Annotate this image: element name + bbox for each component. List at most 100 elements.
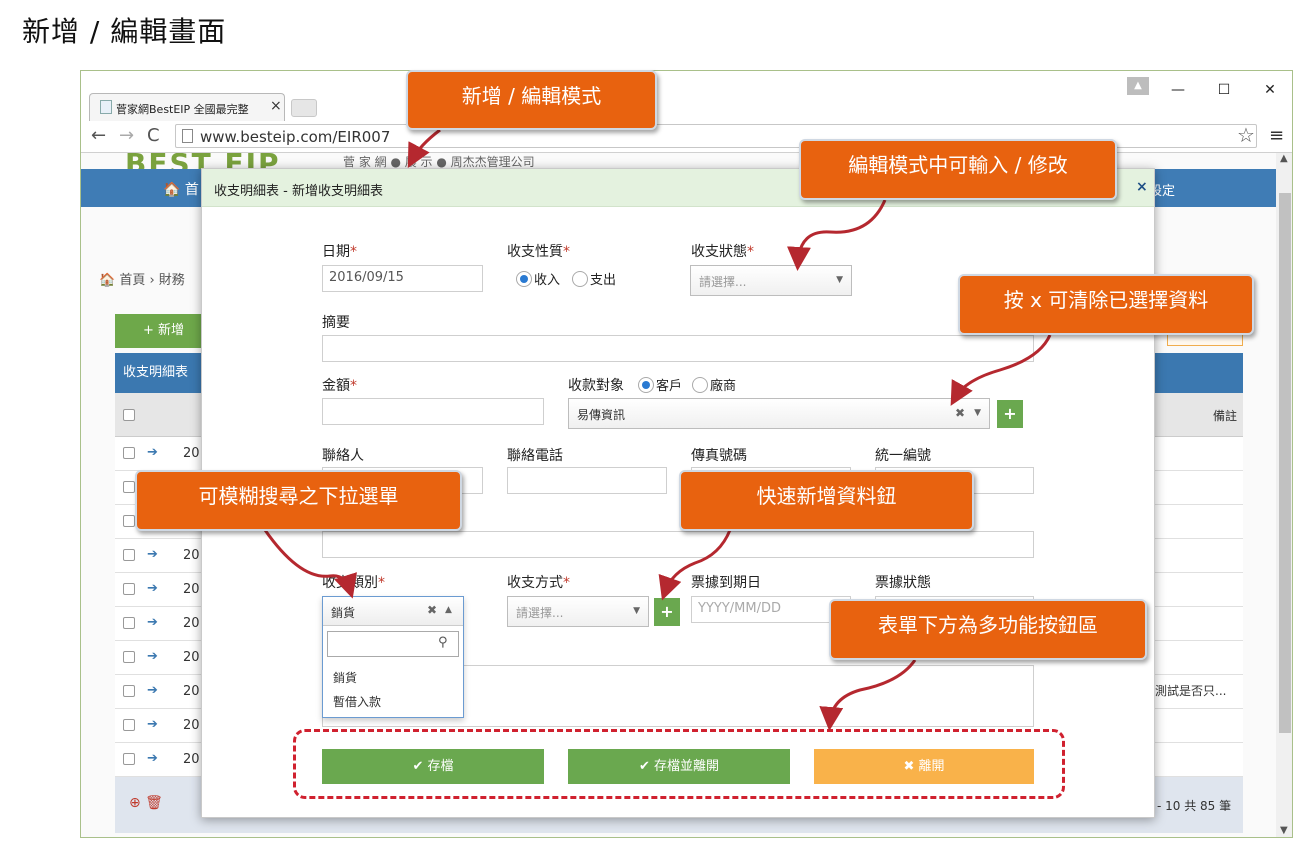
date-input[interactable]: 2016/09/15: [322, 265, 483, 292]
callout-quick-add: 快速新增資料鈕: [679, 470, 974, 531]
open-record-icon[interactable]: ➔: [147, 717, 158, 732]
page-icon: [182, 129, 193, 143]
row-checkbox[interactable]: [123, 583, 135, 595]
open-record-icon[interactable]: ➔: [147, 581, 158, 596]
row-date: 20: [183, 616, 200, 631]
tax-id-label: 統一編號: [875, 448, 931, 464]
breadcrumb: 🏠 首頁 › 財務: [99, 273, 185, 288]
phone-label: 聯絡電話: [507, 448, 563, 464]
row-date: 20: [183, 752, 200, 767]
search-icon: ⚲: [438, 635, 448, 650]
radio-icon[interactable]: [692, 377, 708, 393]
clear-icon[interactable]: ✖: [955, 406, 965, 420]
category-label: 收支類別*: [322, 575, 385, 591]
caret-down-icon: ▼: [974, 408, 981, 418]
row-date: 20: [183, 650, 200, 665]
open-record-icon[interactable]: ➔: [147, 615, 158, 630]
add-delete-icons[interactable]: ⊕ 🗑: [129, 795, 163, 811]
row-date: 20: [183, 446, 200, 461]
caret-down-icon: ▼: [633, 606, 640, 616]
status-label: 收支狀態*: [691, 244, 754, 260]
target-radio-customer[interactable]: 客戶: [638, 375, 682, 394]
nature-label: 收支性質*: [507, 244, 570, 260]
page-icon: [100, 100, 112, 114]
page-heading: 新增 / 編輯畫面: [22, 15, 227, 48]
scroll-up-icon[interactable]: ▲: [1280, 153, 1288, 164]
pager-text: - 10 共 85 筆: [1157, 799, 1232, 813]
method-label: 收支方式*: [507, 575, 570, 591]
bookmark-star-icon[interactable]: ☆: [1237, 123, 1255, 147]
row-checkbox[interactable]: [123, 447, 135, 459]
row-checkbox[interactable]: [123, 481, 135, 493]
row-checkbox[interactable]: [123, 651, 135, 663]
method-select[interactable]: 請選擇... ▼: [507, 596, 649, 627]
new-tab-button[interactable]: [291, 99, 317, 117]
row-date: 20: [183, 548, 200, 563]
category-option[interactable]: 暫借入款: [333, 693, 381, 710]
url-text: www.besteip.com/EIR007: [200, 128, 391, 146]
browser-menu-icon[interactable]: ≡: [1269, 125, 1284, 146]
row-date: 20: [183, 582, 200, 597]
address-input[interactable]: [322, 531, 1034, 558]
target-radio-vendor[interactable]: 廠商: [692, 375, 736, 394]
phone-input[interactable]: [507, 467, 667, 494]
add-method-button[interactable]: +: [654, 598, 680, 626]
row-checkbox[interactable]: [123, 549, 135, 561]
callout-editable: 編輯模式中可輸入 / 修改: [799, 139, 1117, 200]
clear-icon[interactable]: ✖: [427, 603, 437, 617]
browser-tab[interactable]: 菅家網BestEIP 全國最完整 ×: [89, 93, 285, 121]
close-window-button[interactable]: ✕: [1255, 79, 1285, 101]
bill-status-label: 票據狀態: [875, 575, 931, 591]
browser-titlebar: 菅家網BestEIP 全國最完整 × ▲ — ☐ ✕: [81, 71, 1292, 121]
select-all-checkbox[interactable]: [123, 409, 135, 421]
open-record-icon[interactable]: ➔: [147, 445, 158, 460]
maximize-button[interactable]: ☐: [1209, 79, 1239, 101]
forward-icon[interactable]: →: [119, 125, 134, 146]
callout-fuzzy: 可模糊搜尋之下拉選單: [135, 470, 462, 531]
amount-input[interactable]: [322, 398, 544, 425]
row-checkbox[interactable]: [123, 753, 135, 765]
nature-radio-expense[interactable]: 支出: [572, 269, 616, 288]
nav-home[interactable]: 🏠 首: [163, 179, 199, 199]
due-date-input[interactable]: YYYY/MM/DD: [691, 596, 851, 623]
radio-selected-icon[interactable]: [516, 271, 532, 287]
radio-selected-icon[interactable]: [638, 377, 654, 393]
open-record-icon[interactable]: ➔: [147, 649, 158, 664]
minimize-button[interactable]: —: [1163, 79, 1193, 101]
add-record-button[interactable]: + 新增: [115, 314, 201, 348]
add-target-button[interactable]: +: [997, 400, 1023, 428]
amount-label: 金額*: [322, 378, 357, 394]
category-dropdown: 銷貨 ✖ ▲ ⚲ 銷貨 暫借入款: [322, 596, 464, 718]
row-checkbox[interactable]: [123, 515, 135, 527]
contact-label: 聯絡人: [322, 448, 364, 464]
row-checkbox[interactable]: [123, 719, 135, 731]
target-select[interactable]: 易傳資訊 ✖ ▼: [568, 398, 990, 429]
open-record-icon[interactable]: ➔: [147, 547, 158, 562]
tab-close-icon[interactable]: ×: [270, 98, 282, 114]
scroll-thumb[interactable]: [1279, 193, 1291, 733]
fax-label: 傳真號碼: [691, 448, 747, 464]
modal-close-icon[interactable]: ×: [1136, 179, 1148, 195]
summary-label: 摘要: [322, 315, 350, 331]
category-search-input[interactable]: ⚲: [327, 631, 459, 657]
open-record-icon[interactable]: ➔: [147, 683, 158, 698]
category-option[interactable]: 銷貨: [333, 669, 357, 686]
user-profile-icon[interactable]: ▲: [1127, 77, 1149, 95]
nature-radio-income[interactable]: 收入: [516, 269, 560, 288]
summary-input[interactable]: [322, 335, 1034, 362]
radio-icon[interactable]: [572, 271, 588, 287]
status-select[interactable]: 請選擇... ▼: [690, 265, 852, 296]
scroll-down-icon[interactable]: ▼: [1280, 825, 1288, 836]
caret-up-icon: ▲: [445, 605, 452, 615]
modal-title: 收支明細表 - 新增收支明細表: [214, 184, 383, 199]
category-select[interactable]: 銷貨 ✖ ▲: [323, 597, 463, 626]
back-icon[interactable]: ←: [91, 125, 106, 146]
row-date: 20: [183, 684, 200, 699]
open-record-icon[interactable]: ➔: [147, 751, 158, 766]
row-checkbox[interactable]: [123, 685, 135, 697]
callout-toolbar: 表單下方為多功能按鈕區: [829, 599, 1147, 660]
tab-label: 菅家網BestEIP 全國最完整: [116, 103, 249, 116]
row-checkbox[interactable]: [123, 617, 135, 629]
page-scrollbar[interactable]: ▲ ▼: [1276, 153, 1292, 837]
reload-icon[interactable]: C: [147, 125, 160, 146]
